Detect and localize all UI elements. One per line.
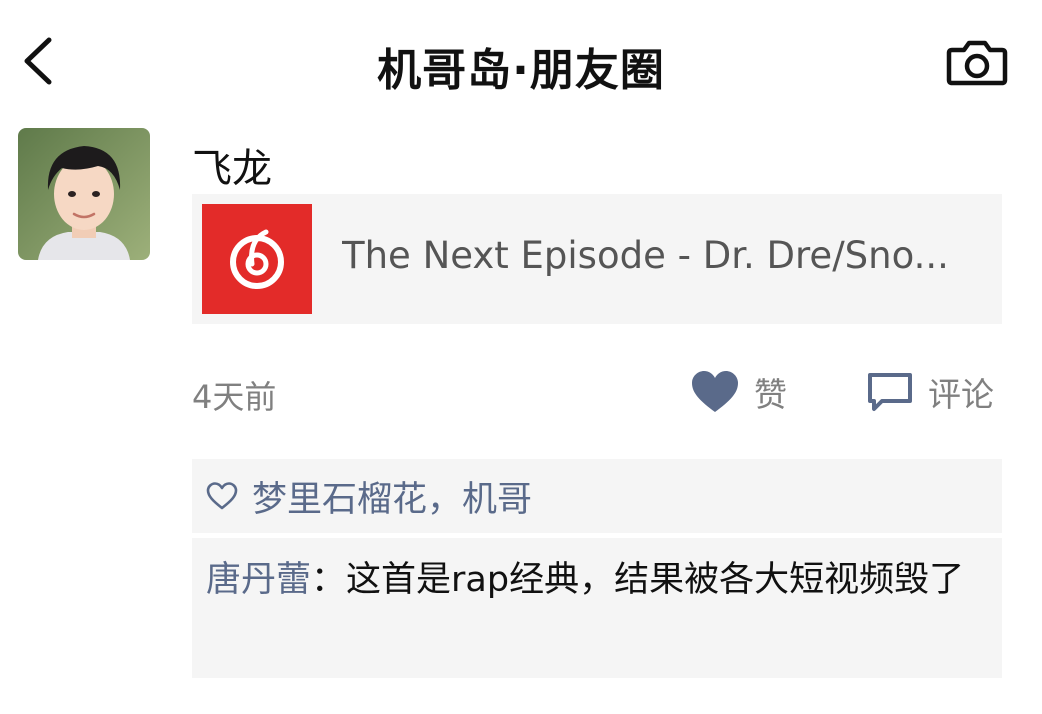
comment-text: 这首是rap经典，结果被各大短视频毁了 [346, 560, 965, 600]
page-title: 机哥岛·朋友圈 [377, 45, 665, 96]
comment-button[interactable]: 评论 [866, 364, 994, 420]
comment-label: 评论 [928, 375, 994, 414]
avatar-photo [18, 128, 150, 260]
music-title: The Next Episode - Dr. Dre/Sno... [342, 234, 949, 277]
heart-outline-icon [206, 482, 238, 510]
camera-button[interactable] [944, 36, 1010, 88]
heart-filled-icon [692, 371, 738, 412]
post-author[interactable]: 飞龙 [192, 136, 272, 194]
like-label: 赞 [754, 375, 787, 414]
nav-bar: 机哥岛·朋友圈 [0, 0, 1042, 120]
post-time: 4天前 [192, 378, 277, 416]
comment-separator: ： [311, 560, 347, 600]
like-button[interactable]: 赞 [690, 364, 787, 420]
music-share-card[interactable]: The Next Episode - Dr. Dre/Sno... [192, 194, 1002, 324]
camera-icon [946, 40, 1008, 86]
avatar[interactable] [18, 128, 150, 260]
netease-music-icon [230, 229, 284, 289]
comments-list: 唐丹蕾：这首是rap经典，结果被各大短视频毁了 [192, 538, 1002, 678]
comment-author[interactable]: 唐丹蕾 [206, 560, 311, 600]
likes-list: 梦里石榴花，机哥 [192, 459, 1002, 533]
comment-icon [868, 373, 912, 411]
likes-names[interactable]: 梦里石榴花，机哥 [252, 471, 532, 522]
comment-item[interactable]: 唐丹蕾：这首是rap经典，结果被各大短视频毁了 [206, 550, 986, 610]
music-cover [202, 204, 312, 314]
